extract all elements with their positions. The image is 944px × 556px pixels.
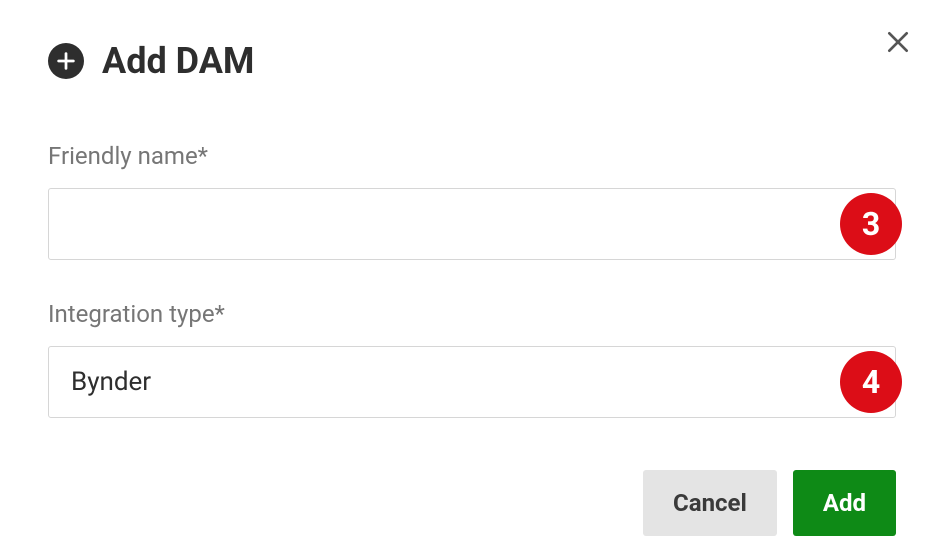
friendly-name-group: Friendly name* 3 — [48, 142, 896, 260]
plus-icon — [48, 43, 84, 79]
integration-type-label: Integration type* — [48, 300, 896, 328]
annotation-badge-3: 3 — [840, 193, 902, 255]
integration-type-value: Bynder — [71, 367, 151, 397]
close-icon — [885, 29, 911, 59]
add-button[interactable]: Add — [793, 470, 896, 536]
integration-type-wrapper: Bynder 4 — [48, 346, 896, 418]
integration-type-select[interactable]: Bynder — [48, 346, 896, 418]
cancel-button[interactable]: Cancel — [643, 470, 777, 536]
annotation-badge-4: 4 — [840, 351, 902, 413]
friendly-name-wrapper: 3 — [48, 188, 896, 260]
integration-type-group: Integration type* Bynder 4 — [48, 300, 896, 418]
button-row: Cancel Add — [48, 470, 896, 536]
close-button[interactable] — [882, 28, 914, 60]
friendly-name-input[interactable] — [48, 188, 896, 260]
dialog-header: Add DAM — [48, 40, 896, 82]
dialog-title: Add DAM — [102, 40, 254, 82]
friendly-name-label: Friendly name* — [48, 142, 896, 170]
